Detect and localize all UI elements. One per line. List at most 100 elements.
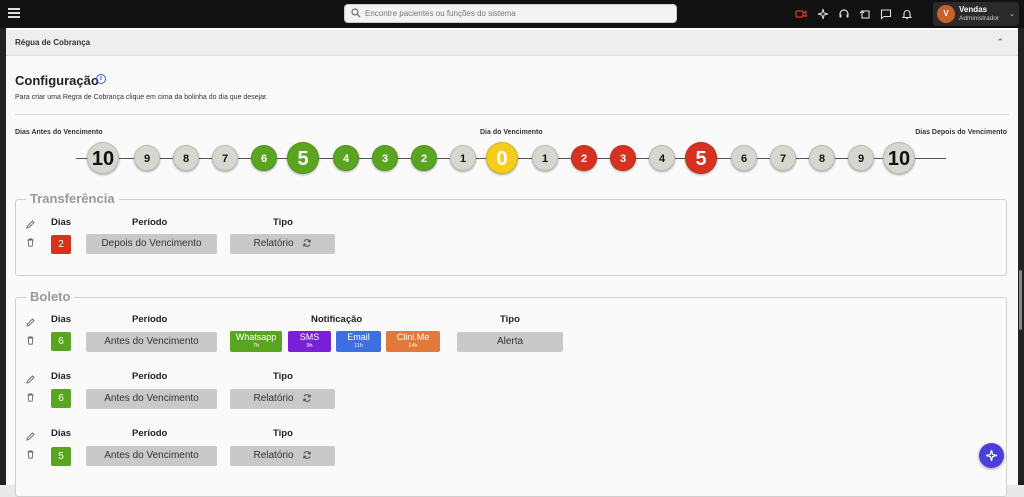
search-box[interactable]	[344, 4, 677, 23]
timeline-day-dot[interactable]: 2	[411, 145, 437, 171]
timeline-day-dot[interactable]: 1	[450, 145, 476, 171]
column-header: Dias	[51, 314, 72, 325]
period-pill: Antes do Vencimento	[86, 389, 217, 409]
timeline-day-dot[interactable]: 3	[610, 145, 636, 171]
type-pill: Relatório	[230, 234, 335, 254]
column-header: Tipo	[500, 314, 520, 325]
notification-name: SMS	[299, 332, 320, 342]
notification-email[interactable]: Email 11h	[336, 331, 381, 352]
trash-icon[interactable]	[26, 238, 35, 247]
top-bar: V Vendas Administrador ⌄	[0, 0, 1024, 28]
assistant-fab-button[interactable]	[979, 443, 1004, 468]
pencil-icon[interactable]	[26, 318, 35, 327]
trash-icon[interactable]	[26, 450, 35, 459]
notification-time: 14h	[408, 343, 418, 349]
sparkle-icon[interactable]	[817, 8, 829, 20]
days-badge: 6	[51, 389, 71, 408]
video-icon[interactable]	[795, 8, 807, 20]
column-header: Período	[132, 428, 168, 439]
user-role: Administrador	[959, 15, 1000, 22]
timeline-day-dot[interactable]: 9	[848, 145, 874, 171]
column-header: Período	[132, 217, 168, 228]
user-name: Vendas	[959, 5, 988, 14]
label-days-before: Dias Antes do Vencimento	[15, 129, 103, 136]
info-icon[interactable]: i	[96, 74, 106, 84]
timeline-day-dot[interactable]: 7	[212, 145, 238, 171]
timeline-day-dot[interactable]: 2	[571, 145, 597, 171]
chat-icon[interactable]	[880, 8, 892, 20]
section-legend: Boleto	[26, 289, 75, 304]
type-label: Relatório	[253, 450, 294, 461]
pencil-icon[interactable]	[26, 375, 35, 384]
notification-clinime[interactable]: Clini.Me 14h	[386, 331, 440, 352]
days-badge: 5	[51, 447, 71, 466]
column-header: Período	[132, 314, 168, 325]
column-header: Dias	[51, 428, 72, 439]
card-header[interactable]: Régua de Cobrança ⌃	[6, 30, 1018, 56]
section-legend: Transferência	[26, 191, 119, 206]
timeline-day-dot[interactable]: 9	[134, 145, 160, 171]
refresh-icon[interactable]	[302, 450, 312, 460]
days-badge: 2	[51, 235, 71, 254]
timeline-day-dot[interactable]: 8	[809, 145, 835, 171]
chevron-up-icon[interactable]: ⌃	[996, 37, 1004, 48]
divider	[15, 114, 1009, 115]
column-header: Tipo	[273, 428, 293, 439]
period-pill: Antes do Vencimento	[86, 332, 217, 352]
user-menu[interactable]: V Vendas Administrador ⌄	[933, 2, 1019, 26]
billing-rule-card: Régua de Cobrança ⌃ Configuração i Para …	[6, 30, 1018, 497]
timeline-day-dot[interactable]: 8	[173, 145, 199, 171]
refresh-icon[interactable]	[302, 393, 312, 403]
timeline-day-dot[interactable]: 5	[685, 142, 717, 174]
type-label: Relatório	[253, 393, 294, 404]
column-header: Dias	[51, 217, 72, 228]
pencil-icon[interactable]	[26, 432, 35, 441]
type-pill: Alerta	[457, 332, 563, 352]
scrollbar[interactable]	[1019, 270, 1022, 330]
trash-icon[interactable]	[26, 336, 35, 345]
config-title: Configuração	[15, 73, 99, 88]
timeline-day-dot[interactable]: 4	[333, 145, 359, 171]
type-pill: Relatório	[230, 446, 335, 466]
timeline-day-dot[interactable]: 10	[87, 142, 119, 174]
timeline-day-dot[interactable]: 3	[372, 145, 398, 171]
timeline-day-dot[interactable]: 6	[251, 145, 277, 171]
timeline-day-dot[interactable]: 5	[287, 142, 319, 174]
headset-icon[interactable]	[838, 8, 850, 20]
timeline-day-dot[interactable]: 7	[770, 145, 796, 171]
trash-icon[interactable]	[26, 393, 35, 402]
exchange-icon[interactable]	[859, 8, 871, 20]
label-due-day: Dia do Vencimento	[480, 129, 543, 136]
column-header: Dias	[51, 371, 72, 382]
search-icon	[351, 8, 361, 18]
notification-time: 7h	[252, 343, 260, 349]
bell-icon[interactable]	[901, 8, 913, 20]
timeline-day-dot[interactable]: 1	[532, 145, 558, 171]
refresh-icon[interactable]	[302, 238, 312, 248]
timeline-day-dot[interactable]: 10	[883, 142, 915, 174]
notification-sms[interactable]: SMS 9h	[288, 331, 331, 352]
period-pill: Antes do Vencimento	[86, 446, 217, 466]
notification-name: Clini.Me	[396, 332, 430, 342]
config-description: Para criar uma Regra de Cobrança clique …	[15, 94, 268, 101]
timeline-day-dot[interactable]: 0	[486, 142, 518, 174]
transferencia-section: Transferência Dias Período Tipo 2 Depois…	[15, 191, 1007, 276]
pencil-icon[interactable]	[26, 220, 35, 229]
menu-icon[interactable]	[8, 8, 20, 18]
notification-name: Email	[347, 332, 370, 342]
search-input[interactable]	[365, 6, 665, 21]
timeline-day-dot[interactable]: 4	[649, 145, 675, 171]
chevron-down-icon: ⌄	[1009, 11, 1015, 18]
type-label: Relatório	[253, 238, 294, 249]
period-pill: Depois do Vencimento	[86, 234, 217, 254]
column-header: Tipo	[273, 217, 293, 228]
column-header: Tipo	[273, 371, 293, 382]
boleto-section: Boleto Dias Período Notificação Tipo 6 A…	[15, 289, 1007, 497]
avatar: V	[937, 5, 955, 23]
column-header: Notificação	[311, 314, 363, 325]
notification-time: 11h	[354, 343, 363, 349]
sparkle-icon	[985, 449, 998, 462]
days-badge: 6	[51, 332, 71, 351]
notification-whatsapp[interactable]: Whatsapp 7h	[230, 331, 282, 352]
timeline-day-dot[interactable]: 6	[731, 145, 757, 171]
